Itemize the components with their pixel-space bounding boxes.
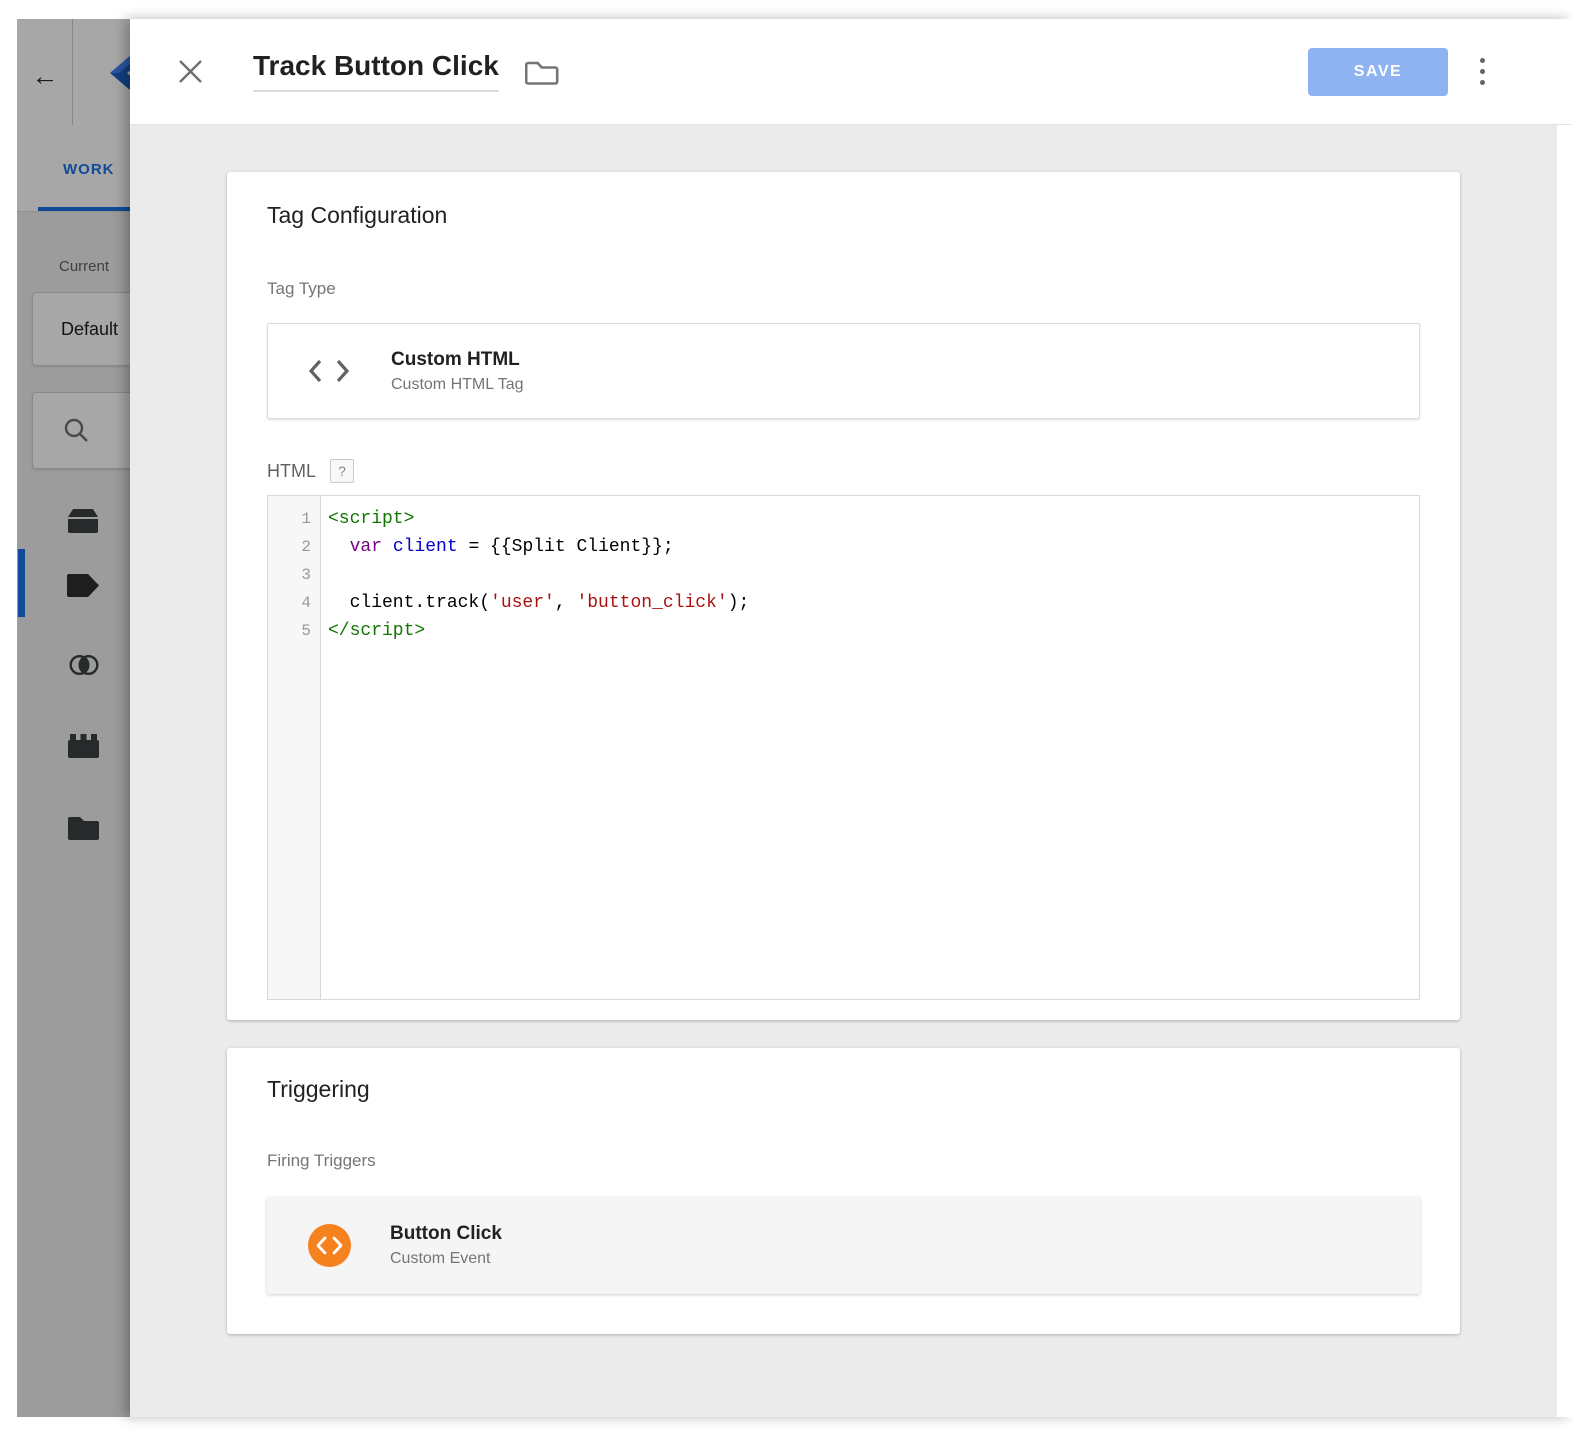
code-line (328, 561, 1419, 589)
trigger-name: Button Click (390, 1223, 502, 1245)
html-label: HTML (267, 461, 316, 482)
move-to-folder-icon[interactable] (525, 57, 559, 87)
dimmed-sidebar: ← WORK Current Default (17, 19, 130, 1417)
code-line: var client = {{Split Client}}; (328, 533, 1419, 561)
html-field-header: HTML ? (267, 459, 1420, 483)
screen: ← WORK Current Default (0, 0, 1572, 1436)
close-icon[interactable] (175, 57, 205, 87)
triggering-title: Triggering (267, 1076, 1420, 1103)
trigger-text: Button Click Custom Event (390, 1223, 502, 1268)
tag-configuration-card: Tag Configuration Tag Type Custom HTML C… (227, 172, 1460, 1020)
firing-triggers-label: Firing Triggers (267, 1151, 1420, 1171)
modal-dim-overlay (17, 19, 130, 1417)
tag-configuration-title: Tag Configuration (267, 202, 1420, 229)
custom-event-icon (308, 1224, 351, 1267)
code-line: </script> (328, 617, 1419, 645)
tag-type-label: Tag Type (267, 279, 1420, 299)
scrollbar-track[interactable] (1557, 125, 1572, 1417)
tag-type-selector[interactable]: Custom HTML Custom HTML Tag (267, 323, 1420, 419)
dialog-content: Tag Configuration Tag Type Custom HTML C… (130, 125, 1572, 1334)
tag-editor-dialog: Track Button Click SAVE Tag Configuratio… (130, 19, 1572, 1417)
editor-code-area[interactable]: <script> var client = {{Split Client}}; … (321, 496, 1419, 999)
code-line: client.track('user', 'button_click'); (328, 589, 1419, 617)
tag-name-field[interactable]: Track Button Click (253, 51, 499, 92)
firing-trigger-item[interactable]: Button Click Custom Event (267, 1197, 1420, 1294)
dialog-header: Track Button Click SAVE (130, 19, 1572, 125)
more-options-icon[interactable] (1470, 48, 1494, 96)
html-code-editor: 12345 <script> var client = {{Split Clie… (267, 495, 1420, 1000)
trigger-type: Custom Event (390, 1250, 502, 1268)
tag-type-text: Custom HTML Custom HTML Tag (391, 349, 523, 394)
code-line: <script> (328, 505, 1419, 533)
code-brackets-icon (309, 359, 349, 383)
tag-type-description: Custom HTML Tag (391, 376, 523, 394)
tag-type-name: Custom HTML (391, 349, 523, 371)
editor-line-numbers: 12345 (268, 496, 321, 999)
triggering-card: Triggering Firing Triggers Button Click … (227, 1048, 1460, 1334)
help-icon[interactable]: ? (330, 459, 354, 483)
save-button[interactable]: SAVE (1308, 48, 1448, 96)
app-window: ← WORK Current Default (17, 19, 1572, 1417)
